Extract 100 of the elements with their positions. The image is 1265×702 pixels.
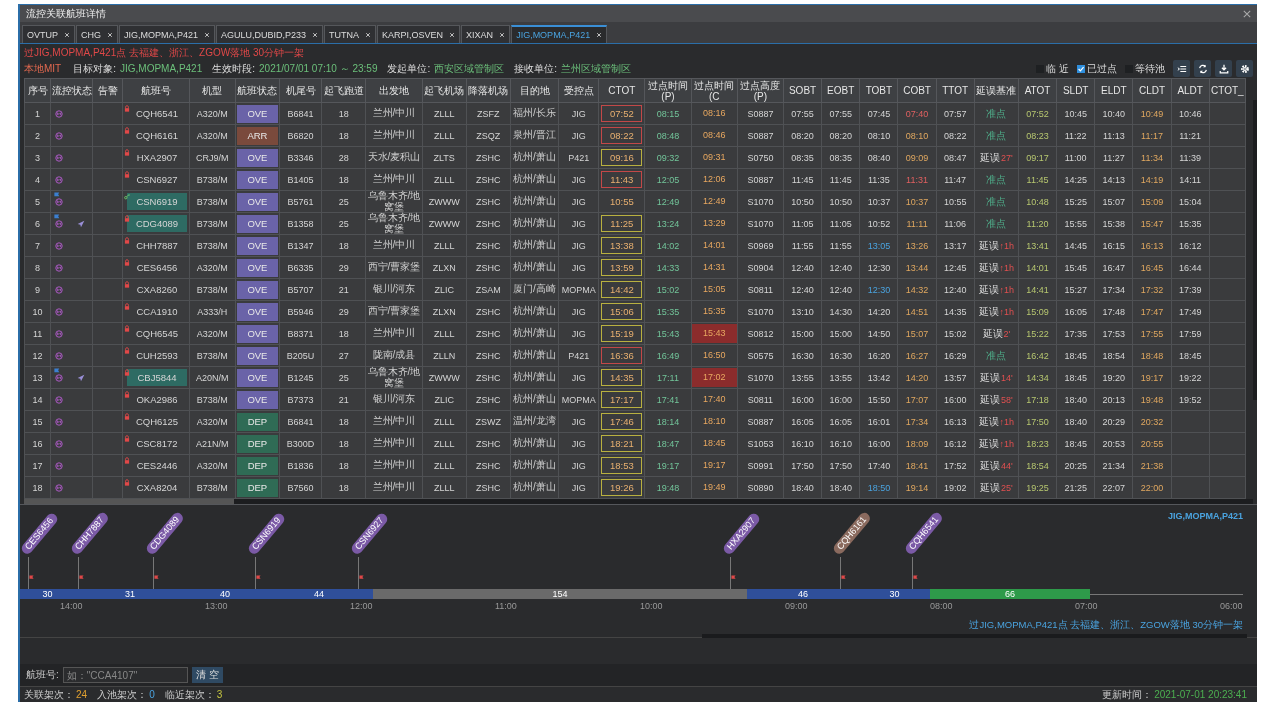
tab[interactable]: OVTUP xyxy=(22,25,75,43)
column-header[interactable]: 目的地 xyxy=(510,78,559,103)
column-header[interactable]: CLDT xyxy=(1132,78,1172,103)
table-cell: B7560 xyxy=(287,482,314,493)
flight-search-field[interactable]: 如："CCA4107" xyxy=(62,667,188,683)
table-cell: JIG xyxy=(571,262,586,273)
table-cell: 10:50 xyxy=(829,196,852,207)
column-header[interactable]: 过点时间(C xyxy=(691,78,738,103)
table-cell: 16:12 xyxy=(1178,240,1202,251)
table-cell: P421 xyxy=(568,350,590,361)
status-badge: OVE xyxy=(236,346,278,365)
flow-status-icon xyxy=(55,109,64,118)
column-header[interactable]: ATOT xyxy=(1018,78,1057,103)
column-header[interactable]: 航班号 xyxy=(122,78,190,103)
column-header[interactable]: 航班状态 xyxy=(235,78,280,103)
column-header[interactable]: CTOT xyxy=(598,78,645,103)
scrollbar[interactable] xyxy=(1253,100,1257,400)
table-cell: 11:20 xyxy=(1026,218,1049,229)
column-header[interactable]: EOBT xyxy=(821,78,860,103)
delay-amount: ↑1h xyxy=(999,262,1015,273)
list-indent-icon[interactable] xyxy=(1173,60,1190,77)
tab[interactable]: XIXAN xyxy=(461,25,511,43)
refresh-icon[interactable] xyxy=(1194,60,1211,77)
table-cell: 4 xyxy=(35,174,41,185)
table-cell: CRJ9/M xyxy=(195,152,229,163)
delay-amount: ↑1h xyxy=(999,284,1015,295)
column-header[interactable]: 流控状态 xyxy=(50,78,93,103)
table-cell: S1070 xyxy=(747,372,774,383)
table-cell: ZSHC xyxy=(476,482,501,493)
axis-label: 12:00 xyxy=(350,601,373,611)
flow-status-icon xyxy=(55,285,64,294)
column-header[interactable]: ALDT xyxy=(1171,78,1210,103)
tab[interactable]: JIG,MOPMA,P421 xyxy=(119,25,216,43)
table-cell: 1 xyxy=(35,108,41,119)
table-cell: 12 xyxy=(32,350,43,361)
column-header[interactable]: COBT xyxy=(897,78,937,103)
table-cell: 11:05 xyxy=(829,218,852,229)
column-header[interactable]: CTOT_ xyxy=(1209,78,1246,103)
clear-button[interactable]: 清 空 xyxy=(191,667,223,683)
delay-amount: ↑1h xyxy=(999,306,1015,317)
column-header[interactable]: TOBT xyxy=(859,78,898,103)
settings-icon[interactable] xyxy=(1236,60,1253,77)
checkbox[interactable] xyxy=(1077,64,1085,73)
close-icon[interactable] xyxy=(1243,9,1251,18)
column-header[interactable]: 延误基准 xyxy=(974,78,1019,103)
column-header[interactable]: 序号 xyxy=(24,78,51,103)
column-header[interactable]: 机型 xyxy=(189,78,236,103)
table-cell: 08:10 xyxy=(905,130,929,141)
table-cell: 15:02 xyxy=(656,284,680,295)
table-cell-text: 14:01 xyxy=(701,239,727,252)
tab[interactable]: KARPI,OSVEN xyxy=(377,25,461,43)
ctot-time: 13:38 xyxy=(601,237,643,254)
column-header[interactable]: 起飞跑道 xyxy=(321,78,366,103)
column-header[interactable]: 机尾号 xyxy=(279,78,322,103)
column-header[interactable]: TTOT xyxy=(936,78,975,103)
table-cell: ZLLL xyxy=(433,328,455,339)
table-cell: ZLLL xyxy=(433,130,455,141)
flow-status-icon xyxy=(55,439,64,448)
column-header[interactable]: 受控点 xyxy=(558,78,599,103)
column-header[interactable]: 告警 xyxy=(92,78,123,103)
flight-number[interactable]: CBJ5844 xyxy=(127,369,187,386)
flag-icon xyxy=(154,575,159,580)
table-cell: JIG xyxy=(571,240,586,251)
column-header[interactable]: SOBT xyxy=(783,78,822,103)
table-cell: 17:50 xyxy=(1026,416,1049,427)
table-cell-text: 杭州/萧山 xyxy=(512,174,557,185)
table-cell: 18 xyxy=(338,240,349,251)
ctot-time: 09:16 xyxy=(601,149,643,166)
delay-status: 延误 xyxy=(980,480,1000,495)
table-cell-text: 银川/河东 xyxy=(371,394,417,405)
table-cell-text: 杭州/萧山 xyxy=(512,262,557,273)
table-cell: JIG xyxy=(571,174,586,185)
table-cell: ZLLL xyxy=(433,482,455,493)
table-cell: 17:53 xyxy=(1102,328,1126,339)
tab[interactable]: AGULU,DUBID,P233 xyxy=(216,25,324,43)
table-cell: ZLXN xyxy=(432,262,456,273)
tab[interactable]: CHG xyxy=(76,25,118,43)
column-header[interactable]: 过点高度(P) xyxy=(737,78,784,103)
table-cell: ZSWZ xyxy=(475,416,502,427)
column-header[interactable]: 起飞机场 xyxy=(422,78,467,103)
status-badge: DEP xyxy=(236,412,278,431)
download-icon[interactable] xyxy=(1215,60,1232,77)
updated-label: 更新时间： xyxy=(1102,687,1153,702)
table-cell: A20N/M xyxy=(195,372,229,383)
column-header[interactable]: SLDT xyxy=(1056,78,1095,103)
column-header[interactable]: 降落机场 xyxy=(466,78,511,103)
column-header[interactable]: 出发地 xyxy=(365,78,423,103)
flight-number[interactable]: CSN6919 xyxy=(127,193,187,210)
table-cell-text: 兰州/中川 xyxy=(371,460,417,471)
column-header[interactable]: ELDT xyxy=(1094,78,1133,103)
mode-label: 本地MIT xyxy=(24,61,62,76)
tab[interactable]: JIG,MOPMA,P421 xyxy=(511,25,608,43)
table-cell: JIG xyxy=(571,328,586,339)
table-cell: 20:29 xyxy=(1102,416,1126,427)
table-cell: 13:17 xyxy=(943,240,967,251)
table-cell: MOPMA xyxy=(561,284,596,295)
tab[interactable]: TUTNA xyxy=(324,25,377,43)
column-header[interactable]: 过点时间(P) xyxy=(644,78,692,103)
scrollbar[interactable] xyxy=(24,499,234,504)
flight-number[interactable]: CDG4089 xyxy=(127,215,187,232)
